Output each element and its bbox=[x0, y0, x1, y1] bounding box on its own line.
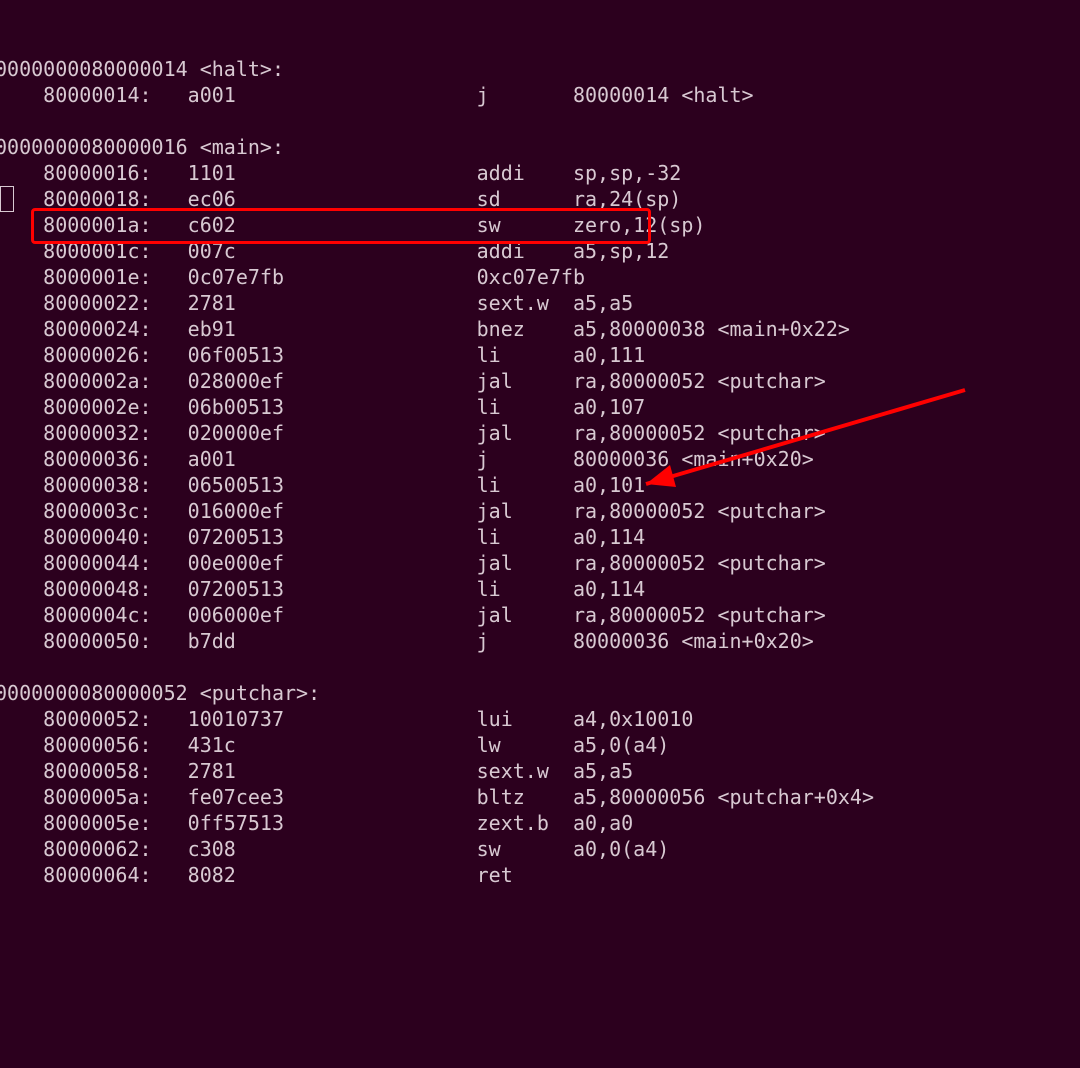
disassembly-listing: 0000000080000014 <halt>: 80000014: a001 … bbox=[0, 4, 874, 940]
disassembly-text: 0000000080000014 <halt>: 80000014: a001 … bbox=[0, 56, 874, 914]
text-cursor bbox=[0, 186, 14, 212]
